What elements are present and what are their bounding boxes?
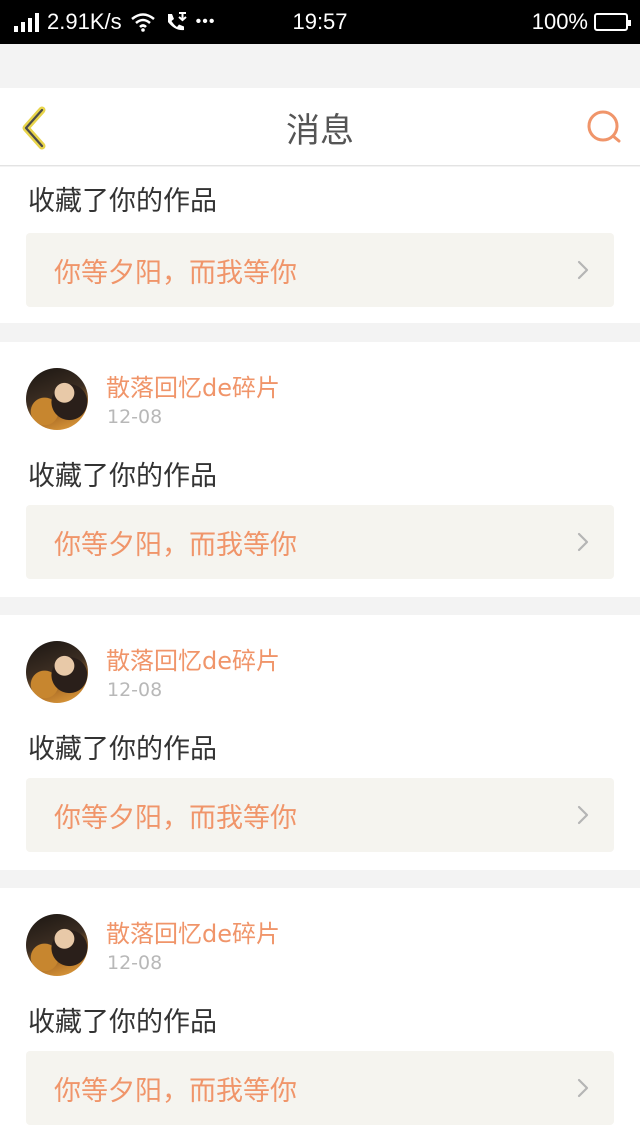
chevron-right-icon: [577, 532, 589, 552]
page-title: 消息: [286, 110, 354, 151]
user-row: 散落回忆de碎片 12-08: [26, 914, 586, 976]
message-date: 12-08: [107, 679, 163, 701]
search-button[interactable]: [584, 108, 624, 148]
more-dots-icon: •••: [195, 13, 216, 30]
message-card: 散落回忆de碎片 12-08 收藏了你的作品 你等夕阳，而我等你: [0, 342, 640, 597]
user-row: 散落回忆de碎片 12-08: [26, 368, 586, 430]
work-link[interactable]: 你等夕阳，而我等你: [26, 505, 614, 579]
chevron-right-icon: [577, 260, 589, 280]
work-link[interactable]: 你等夕阳，而我等你: [26, 233, 614, 307]
search-icon: [587, 110, 621, 143]
avatar[interactable]: [26, 641, 88, 703]
work-link[interactable]: 你等夕阳，而我等你: [26, 778, 614, 852]
avatar[interactable]: [26, 914, 88, 976]
top-nav-bar: 消息: [0, 88, 640, 166]
status-bar: 2.91K/s ••• 19:57 100%: [0, 0, 640, 44]
status-left: 2.91K/s •••: [14, 0, 215, 44]
clock: 19:57: [292, 9, 348, 34]
action-text: 收藏了你的作品: [28, 186, 217, 217]
wifi-icon: [130, 13, 155, 32]
back-button[interactable]: [16, 106, 56, 150]
chevron-left-icon: [22, 106, 46, 150]
battery-percent: 100%: [531, 9, 588, 34]
chevron-right-icon: [577, 1078, 589, 1098]
message-card: 散落回忆de碎片 12-08 收藏了你的作品 你等夕阳，而我等你: [0, 888, 640, 1138]
action-text: 收藏了你的作品: [28, 1007, 217, 1038]
signal-icon: [14, 12, 39, 32]
action-text: 收藏了你的作品: [28, 461, 217, 492]
username[interactable]: 散落回忆de碎片: [106, 641, 280, 676]
message-date: 12-08: [107, 952, 163, 974]
battery-icon: [594, 13, 631, 31]
user-row: 散落回忆de碎片 12-08: [26, 641, 586, 703]
avatar[interactable]: [26, 368, 88, 430]
username[interactable]: 散落回忆de碎片: [106, 368, 280, 403]
username[interactable]: 散落回忆de碎片: [106, 914, 280, 949]
action-text: 收藏了你的作品: [28, 734, 217, 765]
network-speed: 2.91K/s: [47, 9, 122, 34]
call-icon: [167, 12, 187, 31]
chevron-right-icon: [577, 805, 589, 825]
message-card-partial: 收藏了你的作品 你等夕阳，而我等你: [0, 167, 640, 323]
message-date: 12-08: [107, 406, 163, 428]
work-title: 你等夕阳，而我等你: [54, 1075, 297, 1107]
status-right: 100%: [531, 0, 631, 44]
work-title: 你等夕阳，而我等你: [54, 257, 297, 289]
message-card: 散落回忆de碎片 12-08 收藏了你的作品 你等夕阳，而我等你: [0, 615, 640, 870]
work-title: 你等夕阳，而我等你: [54, 802, 297, 834]
work-title: 你等夕阳，而我等你: [54, 529, 297, 561]
work-link[interactable]: 你等夕阳，而我等你: [26, 1051, 614, 1125]
